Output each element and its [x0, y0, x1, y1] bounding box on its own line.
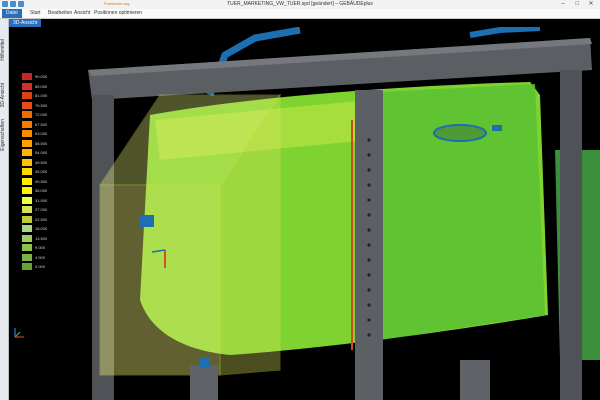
legend-entry: 45.000	[22, 167, 47, 177]
orientation-axes	[14, 328, 24, 338]
legend-value: 67.500	[35, 121, 48, 127]
legend-value: 58.500	[35, 140, 48, 146]
legend-value: 49.500	[35, 159, 48, 165]
legend-swatch	[22, 92, 32, 100]
side-tab-hilfsmittel[interactable]: Hilfsmittel	[0, 39, 8, 61]
legend-entry: 9.000	[22, 243, 47, 253]
legend-swatch	[22, 111, 32, 119]
door-handle	[433, 124, 487, 142]
tab-datei[interactable]: Datei	[2, 9, 22, 18]
tab-positionen-optimieren[interactable]: Positionen optimieren	[90, 9, 146, 18]
legend-value: 27.000	[35, 207, 48, 213]
legend-entry: 49.500	[22, 158, 47, 168]
legend-value: 76.500	[35, 102, 48, 108]
legend-value: 36.000	[35, 188, 48, 194]
legend-entry: 4.500	[22, 253, 47, 263]
window-controls: – □ ✕	[556, 0, 598, 9]
legend-swatch	[22, 82, 32, 90]
legend-swatch	[22, 215, 32, 223]
legend-entry: 67.500	[22, 120, 47, 130]
legend-value: 22.500	[35, 216, 48, 222]
legend-swatch	[22, 73, 32, 81]
legend-value: 40.500	[35, 178, 48, 184]
legend-swatch	[22, 187, 32, 195]
legend-value: 54.000	[35, 150, 48, 156]
legend-swatch	[22, 168, 32, 176]
legend-entry: 27.000	[22, 205, 47, 215]
legend-value: 72.000	[35, 112, 48, 118]
clamp-tip	[200, 358, 210, 368]
clamp-base	[460, 360, 490, 400]
legend-swatch	[22, 139, 32, 147]
legend-entry: 40.500	[22, 177, 47, 187]
minimize-icon[interactable]: –	[556, 0, 570, 9]
view-tab-3d[interactable]: 3D-Ansicht	[9, 19, 42, 27]
context-tab-group-label: Positionierung	[104, 1, 130, 6]
door-panel-right	[380, 84, 545, 340]
legend-value: 63.000	[35, 131, 48, 137]
legend-entry: 36.000	[22, 186, 47, 196]
legend-entry: 31.500	[22, 196, 47, 206]
legend-swatch	[22, 130, 32, 138]
tab-start[interactable]: Start	[26, 9, 45, 18]
legend-swatch	[22, 244, 32, 252]
3d-scene[interactable]	[9, 27, 600, 400]
legend-value: 90.000	[35, 74, 48, 80]
fixture-right-post	[560, 70, 582, 400]
clamp-base	[190, 365, 218, 400]
side-tab-eigenschaften[interactable]: Eigenschaften	[0, 119, 8, 151]
legend-entry: 81.000	[22, 91, 47, 101]
close-icon[interactable]: ✕	[584, 0, 598, 9]
legend-entry: 22.500	[22, 215, 47, 225]
legend-swatch	[22, 263, 32, 271]
legend-entry: 72.000	[22, 110, 47, 120]
legend-swatch	[22, 158, 32, 166]
ribbon-tabs: Datei Start Bearbeiten Ansicht Positione…	[0, 1, 600, 19]
clearance-box-front	[99, 184, 221, 376]
3d-viewport[interactable]	[9, 27, 600, 400]
side-tab-3d-ansicht[interactable]: 3D-Ansicht	[0, 83, 8, 107]
legend-value: 18.000	[35, 226, 48, 232]
legend-value: 81.000	[35, 93, 48, 99]
legend-entry: 18.000	[22, 224, 47, 234]
legend-entry: 58.500	[22, 139, 47, 149]
legend-entry: 76.500	[22, 101, 47, 111]
legend-swatch	[22, 234, 32, 242]
legend-swatch	[22, 177, 32, 185]
legend-value: 9.000	[35, 245, 46, 251]
legend-swatch	[22, 149, 32, 157]
color-legend: 90.000 85.000 81.000 76.500 72.000 67.500 63.0…	[22, 72, 47, 272]
legend-value: 85.000	[35, 83, 48, 89]
legend-entry: 90.000	[22, 72, 47, 82]
legend-swatch	[22, 196, 32, 204]
legend-entry: 54.000	[22, 148, 47, 158]
handle-clip	[492, 125, 502, 131]
legend-value: 31.500	[35, 197, 48, 203]
maximize-icon[interactable]: □	[570, 0, 584, 9]
legend-swatch	[22, 225, 32, 233]
legend-swatch	[22, 120, 32, 128]
legend-swatch	[22, 206, 32, 214]
side-panel-tabs: Hilfsmittel 3D-Ansicht Eigenschaften	[0, 19, 9, 400]
legend-value: 13.500	[35, 235, 48, 241]
legend-entry: 0.000	[22, 262, 47, 272]
legend-swatch	[22, 101, 32, 109]
legend-swatch	[22, 253, 32, 261]
legend-value: 0.000	[35, 264, 46, 270]
legend-entry: 85.000	[22, 82, 47, 92]
legend-entry: 63.000	[22, 129, 47, 139]
legend-entry: 13.500	[22, 234, 47, 244]
legend-value: 4.500	[35, 254, 46, 260]
legend-value: 45.000	[35, 169, 48, 175]
blue-pipe	[469, 27, 541, 38]
mount-bracket	[140, 215, 154, 227]
window-title: TUER_MARKETING_VW_TUER.spd [geändert] – …	[227, 1, 373, 7]
